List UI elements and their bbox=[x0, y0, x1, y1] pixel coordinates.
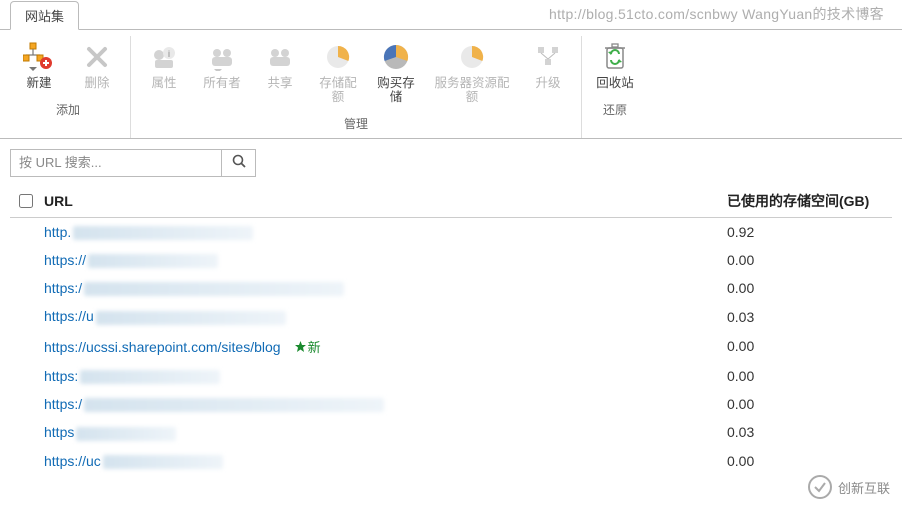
purchase-storage-button[interactable]: 购买存储 bbox=[369, 38, 423, 109]
site-url-link[interactable]: https:/ bbox=[44, 280, 82, 296]
site-url-link[interactable]: https://ucssi.sharepoint.com/sites/blog bbox=[44, 339, 281, 355]
watermark-text: http://blog.51cto.com/scnbwy WangYuan的技术… bbox=[549, 4, 884, 24]
purchase-storage-label: 购买存储 bbox=[372, 77, 420, 105]
server-resource-label: 服务器资源配额 bbox=[430, 77, 514, 105]
row-url-cell: https bbox=[40, 424, 727, 440]
redacted-url bbox=[103, 455, 223, 469]
row-url-cell: https://ucssi.sharepoint.com/sites/blog 新 bbox=[40, 337, 727, 356]
column-url[interactable]: URL bbox=[40, 193, 727, 209]
recycle-icon bbox=[599, 41, 631, 73]
table-row: https:// 0.00 bbox=[10, 246, 892, 274]
redacted-url bbox=[84, 282, 344, 296]
redacted-url bbox=[76, 427, 176, 441]
site-url-link[interactable]: https://u bbox=[44, 308, 94, 324]
new-icon bbox=[23, 41, 55, 73]
row-url-cell: https://uc bbox=[40, 453, 727, 469]
tab-site-collections[interactable]: 网站集 bbox=[10, 1, 79, 30]
owners-icon bbox=[206, 41, 238, 73]
footer-logo-icon bbox=[808, 475, 832, 499]
storage-quota-label: 存储配额 bbox=[314, 77, 362, 105]
group-add-label: 添加 bbox=[56, 101, 80, 118]
properties-icon: i bbox=[148, 41, 180, 73]
table-row: https://uc 0.00 bbox=[10, 447, 892, 475]
new-badge: 新 bbox=[295, 337, 321, 356]
delete-icon bbox=[81, 41, 113, 73]
recycle-bin-button[interactable]: 回收站 bbox=[588, 38, 642, 95]
row-url-cell: https://u bbox=[40, 308, 727, 324]
upgrade-button[interactable]: 升级 bbox=[521, 38, 575, 109]
table-row: https: 0.00 bbox=[10, 362, 892, 390]
storage-quota-icon bbox=[322, 41, 354, 73]
row-storage: 0.00 bbox=[727, 338, 892, 354]
footer-logo-text: 创新互联 bbox=[838, 478, 890, 497]
search-input[interactable] bbox=[11, 150, 221, 176]
list-body: http.0.92https://0.00https:/0.00https://… bbox=[0, 218, 902, 475]
group-restore-label: 还原 bbox=[603, 101, 627, 118]
site-url-link[interactable]: http. bbox=[44, 224, 71, 240]
svg-text:i: i bbox=[168, 49, 171, 59]
properties-label: 属性 bbox=[151, 77, 176, 91]
recycle-bin-label: 回收站 bbox=[596, 77, 634, 91]
row-storage: 0.03 bbox=[727, 424, 892, 440]
owners-button[interactable]: 所有者 bbox=[195, 38, 249, 109]
ribbon-group-restore: 回收站 还原 bbox=[582, 36, 648, 138]
row-storage: 0.00 bbox=[727, 252, 892, 268]
search-button[interactable] bbox=[221, 150, 255, 176]
group-manage-label: 管理 bbox=[344, 115, 368, 132]
row-storage: 0.92 bbox=[727, 224, 892, 240]
table-row: https:/ 0.00 bbox=[10, 390, 892, 418]
site-url-link[interactable]: https:/ bbox=[44, 396, 82, 412]
share-icon bbox=[264, 41, 296, 73]
new-label: 新建 bbox=[26, 77, 51, 91]
owners-label: 所有者 bbox=[203, 77, 241, 91]
row-storage: 0.00 bbox=[727, 453, 892, 469]
redacted-url bbox=[84, 398, 384, 412]
table-row: https://ucssi.sharepoint.com/sites/blog 新… bbox=[10, 331, 892, 362]
search-container bbox=[10, 149, 256, 177]
row-url-cell: https: bbox=[40, 368, 727, 384]
ribbon-group-manage: i 属性 所有者 bbox=[131, 36, 582, 138]
upgrade-icon bbox=[532, 41, 564, 73]
redacted-url bbox=[96, 311, 286, 325]
row-storage: 0.00 bbox=[727, 280, 892, 296]
column-storage[interactable]: 已使用的存储空间(GB) bbox=[727, 191, 892, 211]
table-row: http. 0.92 bbox=[10, 218, 892, 246]
redacted-url bbox=[80, 370, 220, 384]
table-row: https://u 0.03 bbox=[10, 302, 892, 330]
row-storage: 0.00 bbox=[727, 396, 892, 412]
site-url-link[interactable]: https bbox=[44, 424, 74, 440]
server-resource-icon bbox=[456, 41, 488, 73]
row-url-cell: http. bbox=[40, 224, 727, 240]
delete-label: 删除 bbox=[84, 77, 109, 91]
share-label: 共享 bbox=[267, 77, 292, 91]
storage-quota-button[interactable]: 存储配额 bbox=[311, 38, 365, 109]
search-icon bbox=[231, 153, 247, 172]
purchase-storage-icon bbox=[380, 41, 412, 73]
redacted-url bbox=[88, 254, 218, 268]
row-storage: 0.00 bbox=[727, 368, 892, 384]
ribbon-group-add: 新建 删除 添加 bbox=[6, 36, 131, 138]
properties-button[interactable]: i 属性 bbox=[137, 38, 191, 109]
share-button[interactable]: 共享 bbox=[253, 38, 307, 109]
delete-button[interactable]: 删除 bbox=[70, 38, 124, 95]
table-row: https:/ 0.00 bbox=[10, 274, 892, 302]
ribbon: 新建 删除 添加 bbox=[0, 30, 902, 139]
list-header: URL 已使用的存储空间(GB) bbox=[10, 187, 892, 218]
footer-logo: 创新互联 bbox=[808, 475, 890, 499]
row-url-cell: https:/ bbox=[40, 280, 727, 296]
select-all-checkbox[interactable] bbox=[19, 194, 33, 208]
table-row: https 0.03 bbox=[10, 418, 892, 446]
row-url-cell: https:// bbox=[40, 252, 727, 268]
new-button[interactable]: 新建 bbox=[12, 38, 66, 95]
redacted-url bbox=[73, 226, 253, 240]
site-url-link[interactable]: https:// bbox=[44, 252, 86, 268]
row-url-cell: https:/ bbox=[40, 396, 727, 412]
site-url-link[interactable]: https: bbox=[44, 368, 78, 384]
upgrade-label: 升级 bbox=[535, 77, 560, 91]
server-resource-quota-button[interactable]: 服务器资源配额 bbox=[427, 38, 517, 109]
row-storage: 0.03 bbox=[727, 309, 892, 325]
site-url-link[interactable]: https://uc bbox=[44, 453, 101, 469]
